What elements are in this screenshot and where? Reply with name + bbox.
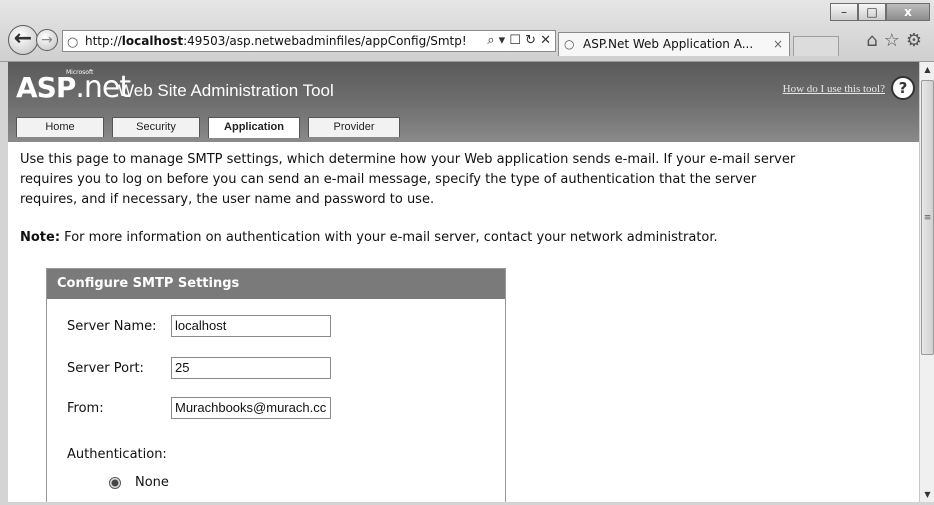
admin-tabs: Home Security Application Provider (16, 117, 408, 138)
tab-provider[interactable]: Provider (308, 117, 400, 137)
url-host: localhost (121, 34, 184, 48)
scroll-thumb[interactable]: ≡ (921, 80, 934, 355)
address-bar[interactable]: ○ http://localhost:49503/asp.netwebadmin… (62, 30, 556, 52)
url-path: :49503/asp.netwebadminfiles/appConfig/Sm… (183, 34, 467, 48)
note-label: Note: (20, 230, 61, 245)
browser-chrome: – □ x ← → ○ http://localhost:49503/asp.n… (0, 0, 934, 62)
close-window-button[interactable]: x (886, 3, 930, 21)
server-name-input[interactable]: localhost (171, 315, 331, 337)
auth-none-label[interactable]: None (135, 475, 169, 490)
page-content: Use this page to manage SMTP settings, w… (8, 142, 919, 505)
home-favorites-tools-icons[interactable]: ⌂☆⚙ (866, 30, 928, 51)
server-port-input[interactable]: 25 (171, 357, 331, 379)
address-bar-tools[interactable]: ⌕ ▾ ☐ ↻ ✕ (483, 31, 551, 51)
ie-page-icon: ○ (67, 35, 79, 50)
back-button[interactable]: ← (8, 25, 38, 55)
note-text: Note: For more information on authentica… (20, 230, 718, 245)
scroll-up-arrow-icon[interactable]: ▲ (920, 62, 934, 77)
scroll-down-arrow-icon[interactable]: ▼ (920, 487, 934, 502)
vertical-scrollbar[interactable]: ▲ ≡ ▼ (919, 62, 934, 502)
logo-microsoft: Microsoft (66, 69, 94, 76)
tab-close-icon[interactable]: × (773, 33, 783, 55)
window-controls: – □ x (830, 3, 930, 21)
from-label: From: (67, 401, 104, 416)
help-link[interactable]: How do I use this tool? (783, 83, 885, 95)
authentication-label: Authentication: (67, 447, 167, 462)
ie-tab-icon: ○ (564, 37, 575, 51)
help-icon[interactable]: ? (891, 76, 915, 100)
server-port-label: Server Port: (67, 361, 144, 376)
tab-title: ASP.Net Web Application A... (583, 37, 754, 51)
auth-none-radio[interactable] (109, 477, 121, 489)
admin-header: ASP.net Microsoft Web Site Administratio… (8, 62, 919, 142)
note-body: For more information on authentication w… (60, 230, 718, 245)
intro-text: Use this page to manage SMTP settings, w… (20, 152, 796, 207)
tab-security[interactable]: Security (112, 117, 200, 137)
new-tab-button[interactable] (793, 36, 839, 56)
maximize-button[interactable]: □ (858, 3, 886, 21)
url-prefix: http:// (85, 34, 122, 48)
window-left-border (0, 62, 8, 505)
forward-button[interactable]: → (36, 29, 58, 51)
app-title: Web Site Administration Tool (118, 81, 334, 100)
minimize-button[interactable]: – (830, 3, 858, 21)
tab-application[interactable]: Application (208, 117, 300, 138)
smtp-settings-panel: Configure SMTP Settings Server Name: loc… (46, 268, 506, 505)
tab-home[interactable]: Home (16, 117, 104, 137)
server-name-label: Server Name: (67, 319, 157, 334)
browser-tab[interactable]: ○ ASP.Net Web Application A... × (558, 32, 790, 56)
from-input[interactable]: Murachbooks@murach.cc (171, 397, 331, 419)
aspnet-logo: ASP.net Microsoft (16, 69, 131, 105)
smtp-panel-header: Configure SMTP Settings (47, 269, 505, 299)
